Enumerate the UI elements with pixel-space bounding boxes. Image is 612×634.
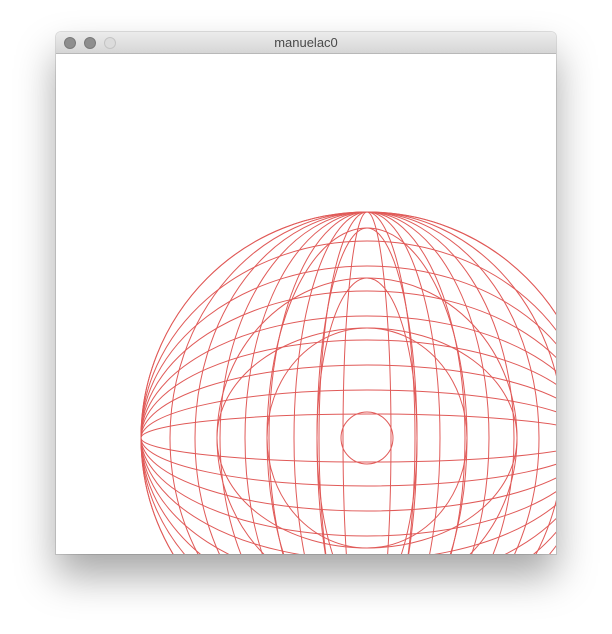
window-title: manuelac0 <box>274 35 338 50</box>
ellipse-stroke-8 <box>140 211 556 554</box>
ellipse-stroke-17 <box>140 211 556 554</box>
ellipse-stroke-7 <box>169 211 556 554</box>
ellipse-stroke-18 <box>316 277 418 554</box>
ellipse-stroke-23 <box>216 277 518 554</box>
ellipse-stroke-22 <box>216 327 518 549</box>
ellipse-stroke-20 <box>266 327 468 549</box>
ellipse-stroke-4 <box>244 211 490 554</box>
ellipse-stroke-1 <box>318 211 416 554</box>
ellipse-stroke-24 <box>340 411 394 465</box>
ellipse-stroke-3 <box>268 211 466 554</box>
ellipse-stroke-14 <box>140 290 556 554</box>
sketch-canvas[interactable] <box>56 54 556 554</box>
ellipse-grid-drawing <box>140 211 556 554</box>
ellipse-stroke-11 <box>140 364 556 512</box>
ellipse-stroke-0 <box>342 211 392 554</box>
title-bar[interactable]: manuelac0 <box>56 32 556 54</box>
app-window: manuelac0 <box>56 32 556 554</box>
ellipse-stroke-6 <box>194 211 540 554</box>
ellipse-stroke-9 <box>140 413 556 463</box>
ellipse-stroke-10 <box>140 389 556 487</box>
ellipse-stroke-2 <box>293 211 441 554</box>
